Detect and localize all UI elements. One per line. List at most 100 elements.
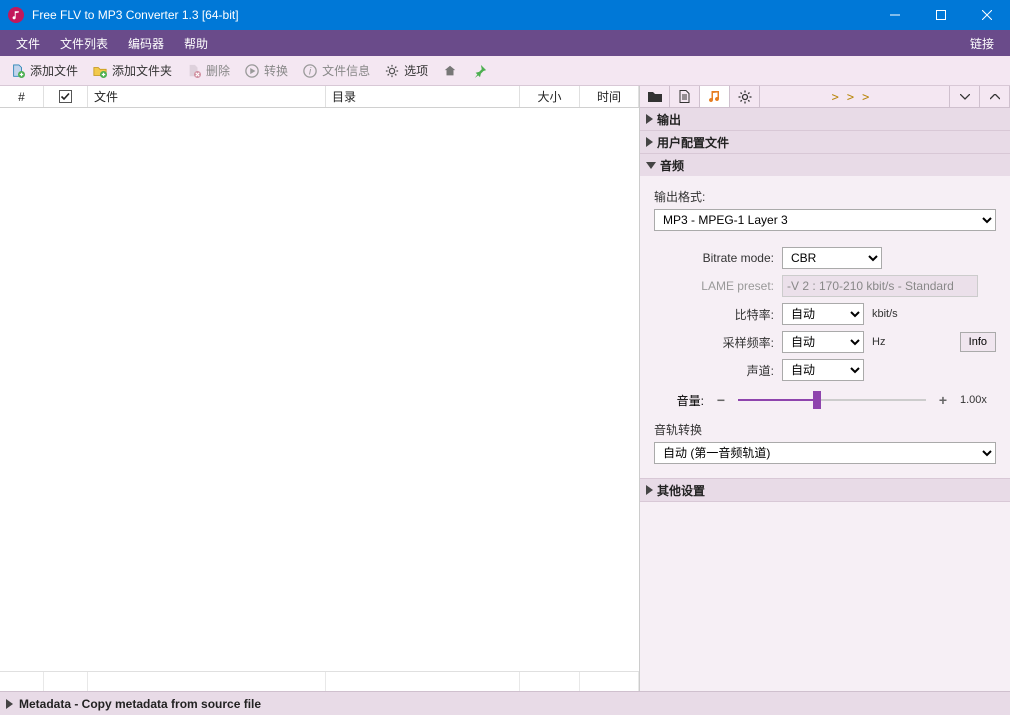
section-audio: 音频 输出格式: MP3 - MPEG-1 Layer 3 Bitrate mo…	[640, 154, 1010, 479]
samplerate-label: 采样频率:	[654, 334, 774, 351]
pin-icon	[472, 63, 488, 79]
menu-file[interactable]: 文件	[6, 31, 50, 56]
checkbox-checked-icon	[59, 90, 72, 103]
options-button[interactable]: 选项	[378, 59, 434, 82]
section-audio-header[interactable]: 音频	[640, 154, 1010, 176]
convert-button[interactable]: 转换	[238, 59, 294, 82]
slider-thumb[interactable]	[813, 391, 821, 409]
col-dir[interactable]: 目录	[326, 86, 520, 107]
file-info-label: 文件信息	[322, 62, 370, 79]
section-audio-body: 输出格式: MP3 - MPEG-1 Layer 3 Bitrate mode:…	[640, 176, 1010, 478]
menu-encoder[interactable]: 编码器	[118, 31, 174, 56]
table-footer	[0, 671, 639, 691]
volume-slider[interactable]	[738, 391, 926, 409]
bitrate-unit: kbit/s	[872, 308, 898, 320]
folder-add-icon	[92, 63, 108, 79]
tab-settings[interactable]	[730, 86, 760, 107]
file-add-icon	[10, 63, 26, 79]
channel-label: 声道:	[654, 362, 774, 379]
footer-bar[interactable]: Metadata - Copy metadata from source fil…	[0, 691, 1010, 715]
bitrate-label: 比特率:	[654, 306, 774, 323]
col-size[interactable]: 大小	[520, 86, 580, 107]
triangle-right-icon	[646, 137, 653, 147]
col-number[interactable]: #	[0, 86, 44, 107]
svg-text:i: i	[309, 65, 312, 77]
add-folder-button[interactable]: 添加文件夹	[86, 59, 178, 82]
gear-icon	[738, 90, 752, 104]
volume-minus-button[interactable]: −	[712, 391, 730, 409]
section-user-profile: 用户配置文件	[640, 131, 1010, 154]
output-format-label: 输出格式:	[654, 188, 996, 205]
footer-text: Metadata - Copy metadata from source fil…	[19, 697, 261, 711]
add-file-button[interactable]: 添加文件	[4, 59, 84, 82]
section-user-profile-label: 用户配置文件	[657, 134, 729, 151]
chevron-down-icon	[960, 94, 970, 100]
toolbar: 添加文件 添加文件夹 删除 转换 i 文件信息 选项	[0, 56, 1010, 86]
triangle-right-icon	[646, 485, 653, 495]
section-user-profile-header[interactable]: 用户配置文件	[640, 131, 1010, 153]
triangle-down-icon	[646, 162, 656, 169]
document-icon	[679, 90, 690, 103]
add-file-label: 添加文件	[30, 62, 78, 79]
add-folder-label: 添加文件夹	[112, 62, 172, 79]
titlebar: Free FLV to MP3 Converter 1.3 [64-bit]	[0, 0, 1010, 30]
play-icon	[244, 63, 260, 79]
window-title: Free FLV to MP3 Converter 1.3 [64-bit]	[32, 8, 239, 22]
tab-audio[interactable]	[700, 86, 730, 107]
home-icon	[442, 63, 458, 79]
section-other: 其他设置	[640, 479, 1010, 502]
menu-file-list[interactable]: 文件列表	[50, 31, 118, 56]
output-format-select[interactable]: MP3 - MPEG-1 Layer 3	[654, 209, 996, 231]
table-body[interactable]	[0, 108, 639, 671]
bitrate-select[interactable]: 自动	[782, 303, 864, 325]
lame-preset-select: -V 2 : 170-210 kbit/s - Standard	[782, 275, 978, 297]
minimize-button[interactable]	[872, 0, 918, 30]
file-info-button[interactable]: i 文件信息	[296, 59, 376, 82]
info-button[interactable]: Info	[960, 332, 996, 352]
tab-more[interactable]: >>>	[760, 86, 950, 107]
tab-collapse[interactable]	[950, 86, 980, 107]
section-output: 输出	[640, 108, 1010, 131]
samplerate-unit: Hz	[872, 336, 885, 348]
volume-label: 音量:	[654, 392, 704, 409]
pin-button[interactable]	[466, 60, 494, 82]
track-convert-select[interactable]: 自动 (第一音频轨道)	[654, 442, 996, 464]
tab-expand[interactable]	[980, 86, 1010, 107]
music-note-icon	[709, 90, 721, 104]
col-file[interactable]: 文件	[88, 86, 326, 107]
channel-select[interactable]: 自动	[782, 359, 864, 381]
file-list-pane: # 文件 目录 大小 时间	[0, 86, 640, 691]
volume-plus-button[interactable]: +	[934, 391, 952, 409]
bitrate-mode-select[interactable]: CBR	[782, 247, 882, 269]
section-output-label: 输出	[657, 111, 681, 128]
volume-value: 1.00x	[960, 394, 996, 406]
panel-tabs: >>>	[640, 86, 1010, 108]
delete-icon	[186, 63, 202, 79]
tab-document[interactable]	[670, 86, 700, 107]
convert-label: 转换	[264, 62, 288, 79]
folder-icon	[648, 91, 662, 103]
section-audio-label: 音频	[660, 157, 684, 174]
section-output-header[interactable]: 输出	[640, 108, 1010, 130]
triangle-right-icon	[646, 114, 653, 124]
col-checkbox[interactable]	[44, 86, 88, 107]
home-button[interactable]	[436, 60, 464, 82]
col-time[interactable]: 时间	[580, 86, 639, 107]
lame-preset-label: LAME preset:	[654, 279, 774, 293]
section-other-header[interactable]: 其他设置	[640, 479, 1010, 501]
settings-pane: >>> 输出 用户配置文件 音频 输出格式:	[640, 86, 1010, 691]
delete-button[interactable]: 删除	[180, 59, 236, 82]
menu-help[interactable]: 帮助	[174, 31, 218, 56]
gear-icon	[384, 63, 400, 79]
tab-folder[interactable]	[640, 86, 670, 107]
maximize-button[interactable]	[918, 0, 964, 30]
track-convert-label: 音轨转换	[654, 421, 996, 438]
options-label: 选项	[404, 62, 428, 79]
table-header: # 文件 目录 大小 时间	[0, 86, 639, 108]
chevron-up-icon	[990, 94, 1000, 100]
menu-link[interactable]: 链接	[960, 31, 1004, 56]
close-button[interactable]	[964, 0, 1010, 30]
section-other-label: 其他设置	[657, 482, 705, 499]
samplerate-select[interactable]: 自动	[782, 331, 864, 353]
app-icon	[8, 7, 24, 23]
